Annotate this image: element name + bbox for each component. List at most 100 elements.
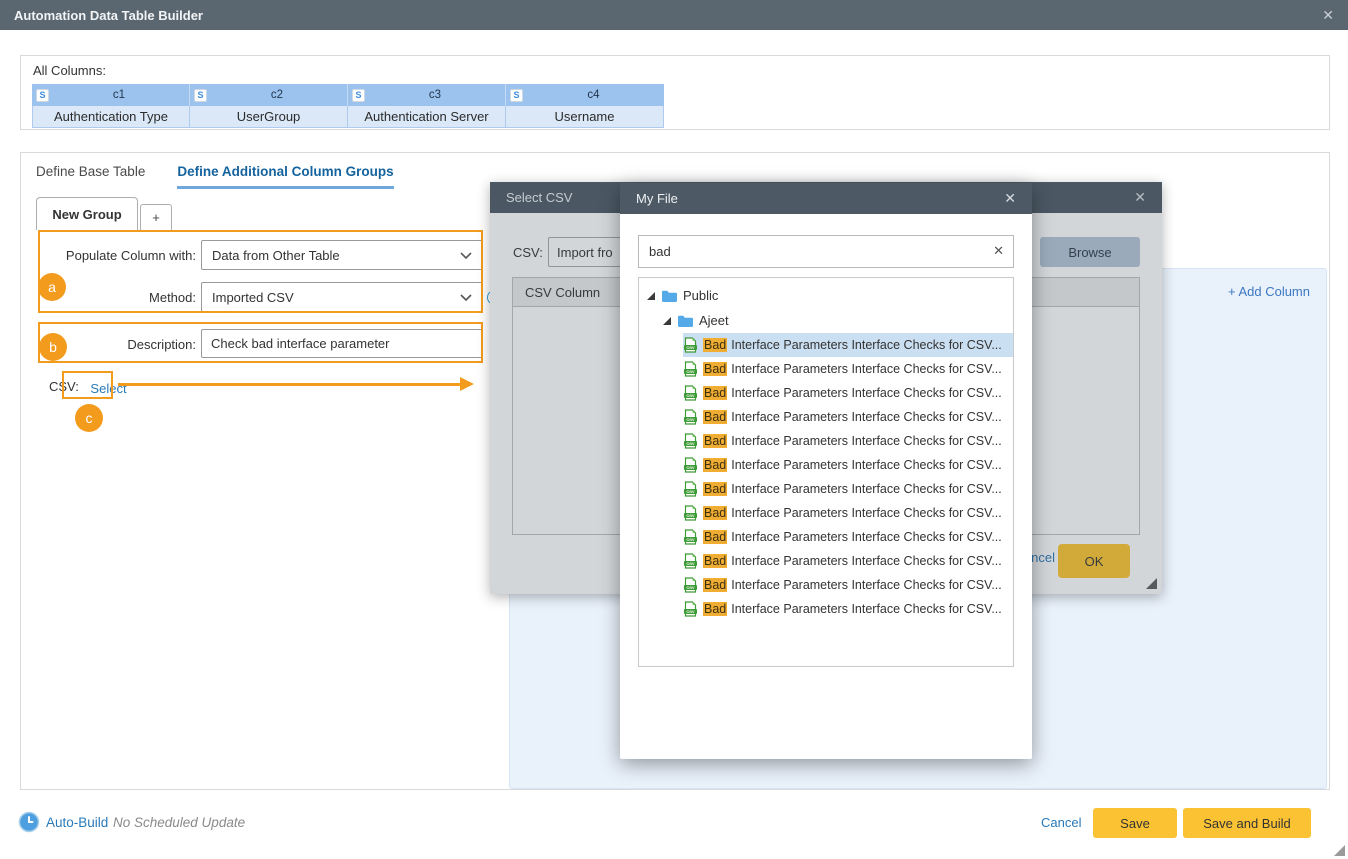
csv-select-link[interactable]: Select [83,374,134,402]
search-match-highlight: Bad [703,554,727,568]
cancel-link[interactable]: Cancel [1041,815,1081,830]
column-header: S c4 [506,84,664,106]
file-name: Interface Parameters Interface Checks fo… [731,578,1002,592]
tab-define-base-table[interactable]: Define Base Table [36,164,145,189]
search-match-highlight: Bad [703,338,727,352]
column-c3: S c3 Authentication Server [348,84,506,128]
tab-new-group[interactable]: New Group [36,197,138,230]
column-id: c1 [49,89,189,101]
schedule-status: No Scheduled Update [113,815,245,830]
annotation-arrow [118,383,462,386]
chevron-down-icon [460,252,472,259]
column-c4: S c4 Username [506,84,664,128]
csv-file-icon: CSV [683,553,698,569]
search-match-highlight: Bad [703,410,727,424]
file-item[interactable]: CSV BadInterface Parameters Interface Ch… [639,453,1013,477]
search-match-highlight: Bad [703,506,727,520]
folder-name: Ajeet [699,313,729,328]
column-name: Authentication Type [32,106,190,128]
file-tree: Public Ajeet CSV Bad Interface Parameters… [638,277,1014,667]
file-item[interactable]: CSV BadInterface Parameters Interface Ch… [639,381,1013,405]
csv-file-icon: CSV [683,529,698,545]
file-item[interactable]: CSV BadInterface Parameters Interface Ch… [639,477,1013,501]
svg-text:CSV: CSV [686,465,695,470]
my-file-dialog-title: My File [636,191,678,206]
csv-file-icon: CSV [683,361,698,377]
search-match-highlight: Bad [703,530,727,544]
window-resize-handle[interactable] [1334,845,1345,856]
file-name: Interface Parameters Interface Checks fo… [731,482,1002,496]
chevron-down-icon [460,294,472,301]
file-search-input[interactable] [638,235,1014,268]
svg-text:CSV: CSV [686,585,695,590]
add-column-link[interactable]: + Add Column [1228,284,1310,299]
column-id: c3 [365,89,505,101]
method-value: Imported CSV [212,290,460,305]
my-file-dialog: My File ✕ ✕ Public Ajeet [620,183,1032,759]
all-columns-section: All Columns: S c1 Authentication Type S … [20,55,1330,130]
save-and-build-button[interactable]: Save and Build [1183,808,1311,838]
populate-column-select[interactable]: Data from Other Table [201,240,483,270]
string-type-icon: S [36,89,49,102]
file-name: Interface Parameters Interface Checks fo… [731,434,1002,448]
file-item[interactable]: CSV BadInterface Parameters Interface Ch… [639,405,1013,429]
tree-folder-public[interactable]: Public [639,283,1013,308]
column-header: S c3 [348,84,506,106]
automation-data-table-builder-window: Automation Data Table Builder ✕ All Colu… [0,0,1348,859]
column-header: S c2 [190,84,348,106]
file-item[interactable]: CSV Bad Interface Parameters Interface Ch… [639,333,1013,357]
my-file-dialog-titlebar: My File ✕ [620,183,1032,214]
file-list: CSV Bad Interface Parameters Interface Ch… [639,333,1013,621]
csv-file-icon: CSV [683,457,698,473]
expander-icon[interactable] [663,317,671,325]
csv-label: CSV: [49,379,79,394]
file-name: Interface Parameters Interface Checks fo… [731,554,1002,568]
csv-file-icon: CSV [683,481,698,497]
clear-search-icon[interactable]: ✕ [993,243,1004,259]
svg-text:CSV: CSV [686,489,695,494]
annotation-arrow-head [460,377,474,391]
description-input[interactable] [201,329,483,358]
file-name: Interface Parameters Interface Checks fo… [731,338,1002,352]
search-match-highlight: Bad [703,362,727,376]
close-icon[interactable]: ✕ [1322,7,1334,24]
column-name: UserGroup [189,106,348,128]
save-button[interactable]: Save [1093,808,1177,838]
expander-icon[interactable] [647,292,655,300]
columns-table: S c1 Authentication Type S c2 UserGroup … [32,84,664,128]
column-c2: S c2 UserGroup [190,84,348,128]
column-c1: S c1 Authentication Type [32,84,190,128]
file-item[interactable]: CSV Bad Interface Parameters Interface Ch… [639,357,1013,381]
search-match-highlight: Bad [703,602,727,616]
column-name: Username [505,106,664,128]
file-name: Interface Parameters Interface Checks fo… [731,362,1002,376]
tab-define-additional-column-groups[interactable]: Define Additional Column Groups [177,164,393,189]
search-match-highlight: Bad [703,458,727,472]
svg-text:CSV: CSV [686,393,695,398]
column-id: c2 [207,89,347,101]
close-icon[interactable]: ✕ [1004,190,1016,207]
file-name: Interface Parameters Interface Checks fo… [731,530,1002,544]
add-group-tab-button[interactable]: + [140,204,172,230]
method-select[interactable]: Imported CSV [201,282,483,312]
svg-text:CSV: CSV [686,537,695,542]
auto-build-link[interactable]: Auto-Build [46,815,108,830]
file-item[interactable]: CSV BadInterface Parameters Interface Ch… [639,501,1013,525]
svg-text:CSV: CSV [686,369,695,374]
csv-file-icon: CSV [683,577,698,593]
string-type-icon: S [194,89,207,102]
file-item[interactable]: CSV BadInterface Parameters Interface Ch… [639,573,1013,597]
annotation-badge-c: c [75,404,103,432]
file-item[interactable]: CSV BadInterface Parameters Interface Ch… [639,597,1013,621]
file-item[interactable]: CSV Bad Interface Parameters Interface Ch… [639,549,1013,573]
svg-text:CSV: CSV [686,441,695,446]
string-type-icon: S [510,89,523,102]
csv-file-icon: CSV [683,337,698,353]
column-header: S c1 [32,84,190,106]
file-item[interactable]: CSV Bad Interface Parameters Interface Ch… [639,525,1013,549]
tree-folder-ajeet[interactable]: Ajeet [639,308,1013,333]
file-item[interactable]: CSV BadInterface Parameters Interface Ch… [639,429,1013,453]
folder-icon [677,314,693,328]
svg-text:CSV: CSV [686,561,695,566]
string-type-icon: S [352,89,365,102]
